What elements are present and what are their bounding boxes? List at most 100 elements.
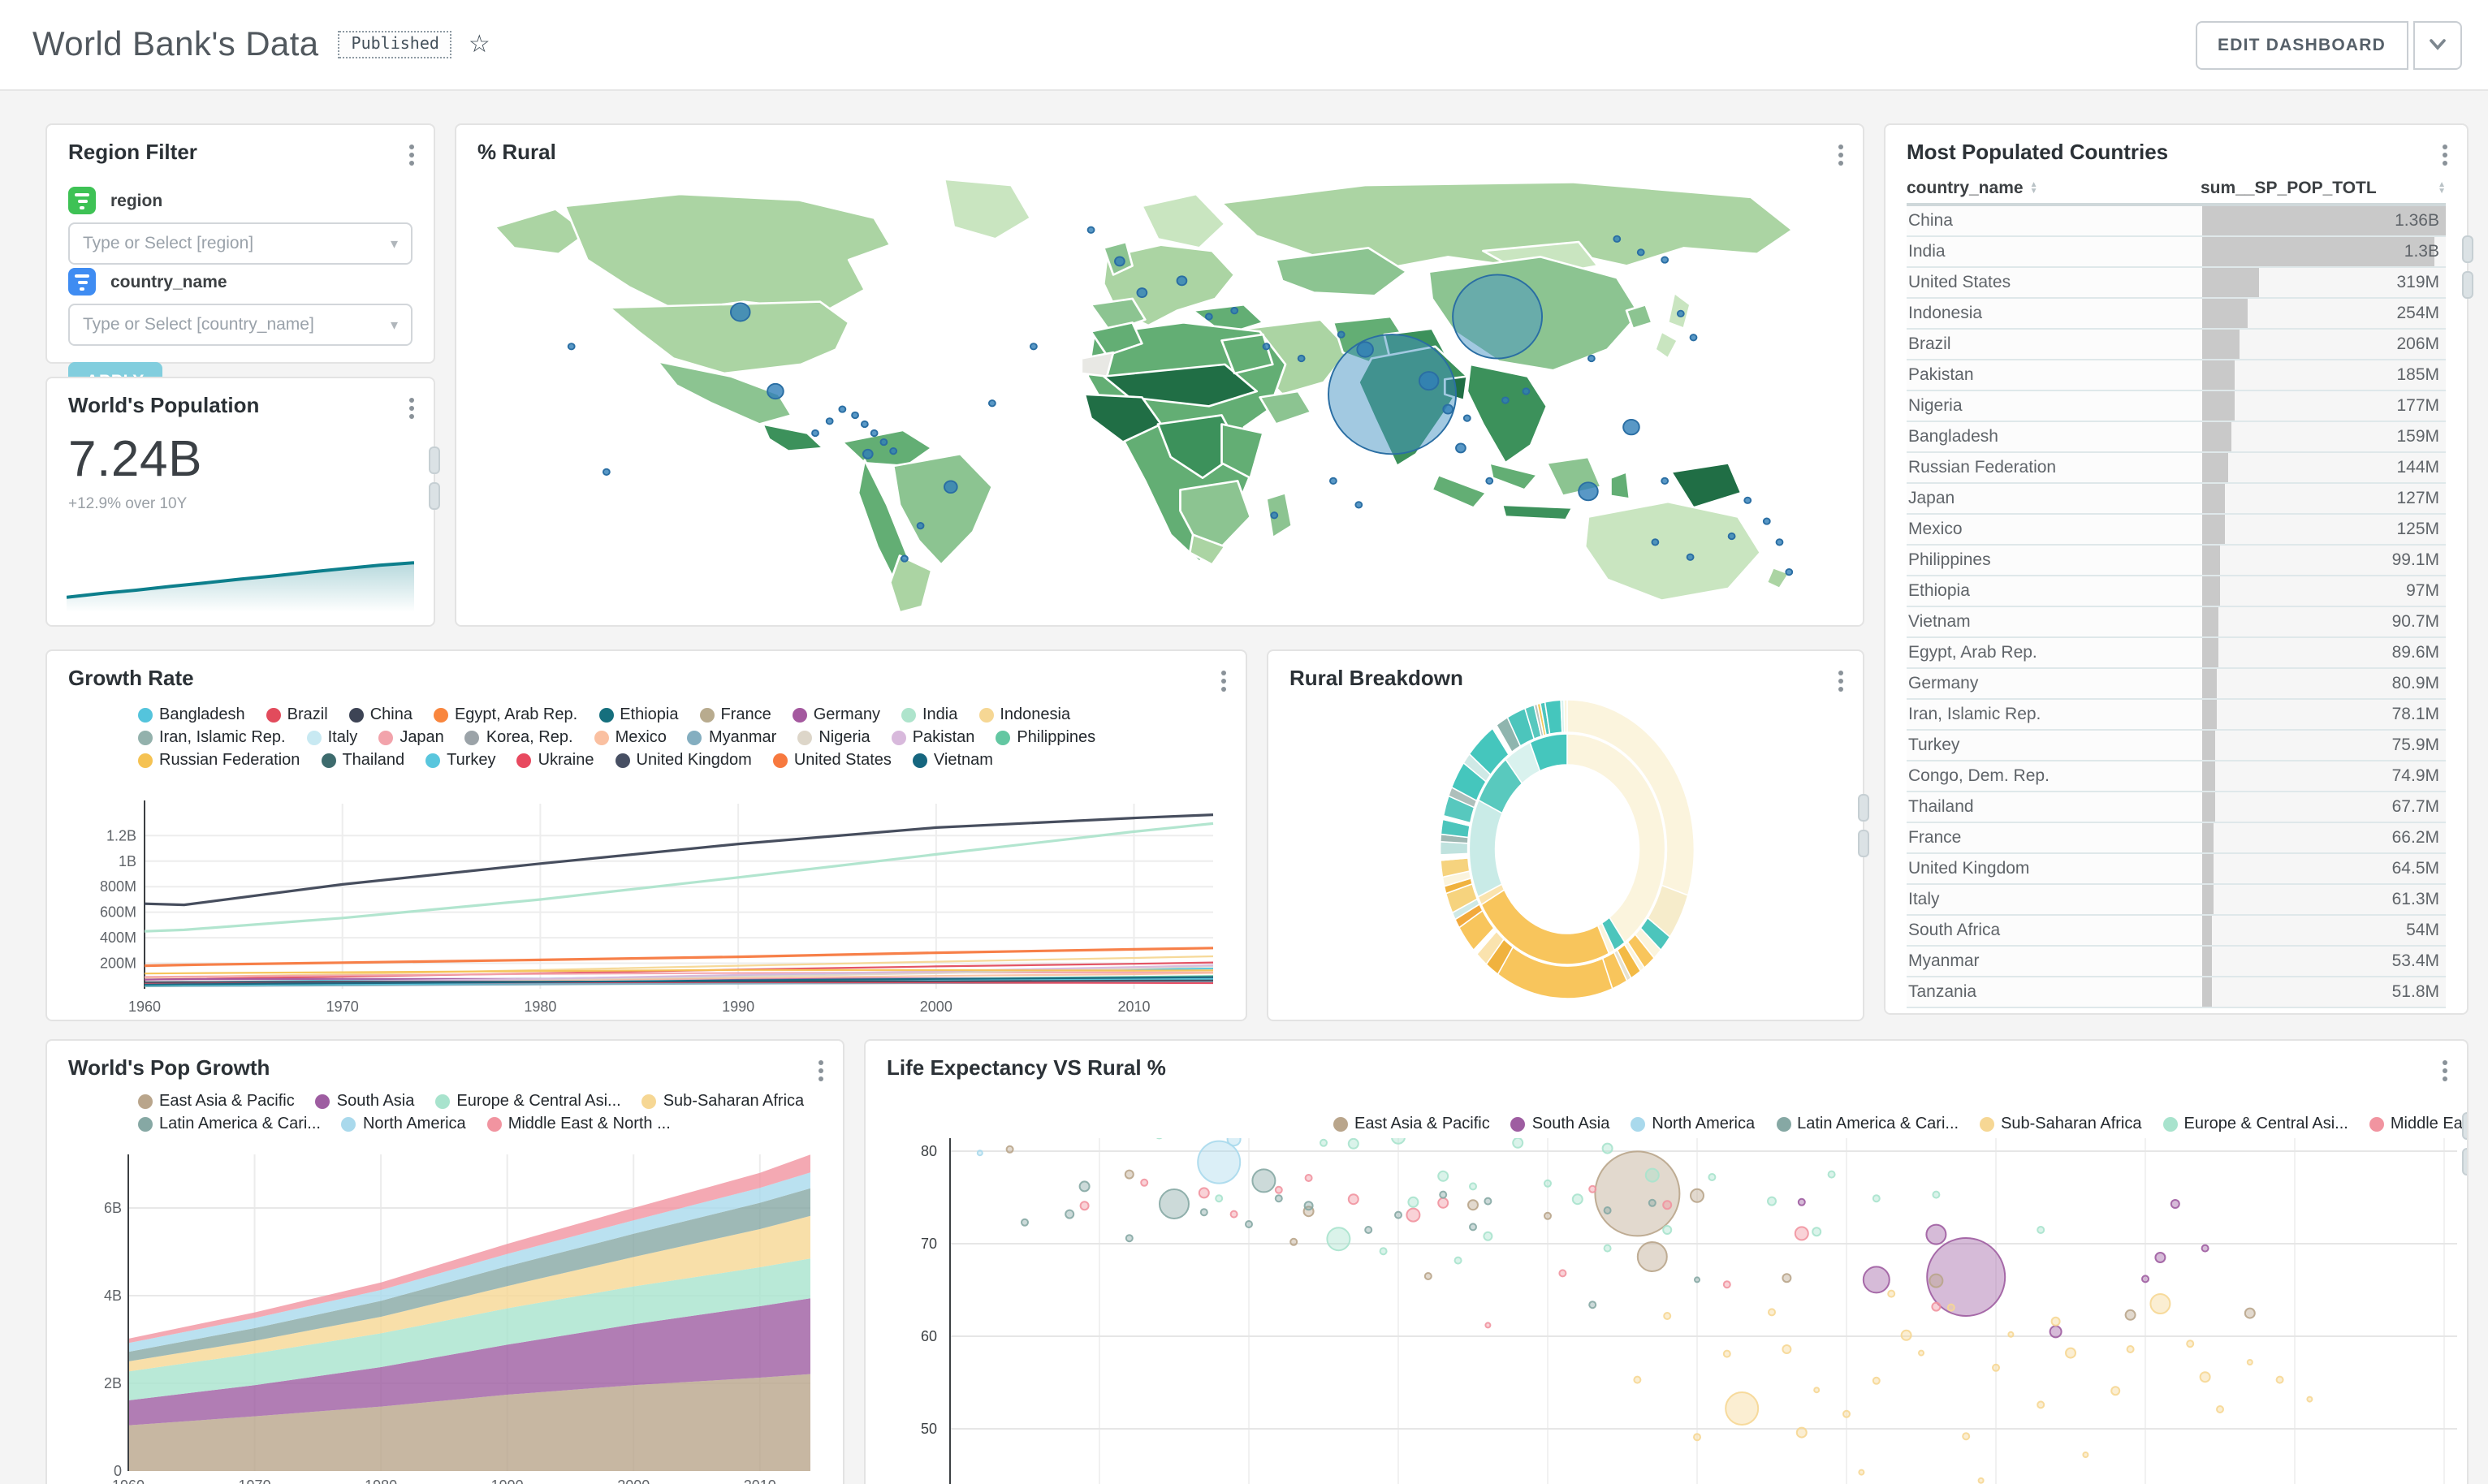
rural-breakdown-card: Rural Breakdown	[1267, 649, 1864, 1021]
legend-item[interactable]: Middle East & North ...	[487, 1115, 671, 1133]
legend-item[interactable]: Nigeria	[797, 729, 870, 747]
column-header-sum-pop[interactable]: sum__SP_POP_TOTL ▲▼	[2201, 179, 2446, 198]
published-badge[interactable]: Published	[339, 31, 452, 58]
svg-text:1980: 1980	[524, 999, 556, 1015]
legend-item[interactable]: North America	[1631, 1115, 1755, 1133]
legend-item[interactable]: East Asia & Pacific	[138, 1093, 295, 1111]
kebab-menu-icon[interactable]	[404, 393, 419, 424]
legend-item[interactable]: Middle East & North ...	[2369, 1115, 2469, 1133]
growth-rate-line-chart: 196019701980199020002010200M400M600M800M…	[70, 797, 1226, 1018]
legend-item[interactable]: East Asia & Pacific	[1333, 1115, 1490, 1133]
table-row: Bangladesh159M	[1907, 422, 2446, 453]
legend-item[interactable]: Mexico	[594, 729, 667, 747]
card-title: Most Populated Countries	[1907, 140, 2168, 164]
legend-item[interactable]: Japan	[378, 729, 444, 747]
legend-item[interactable]: Russian Federation	[138, 752, 300, 770]
table-row: Thailand67.7M	[1907, 792, 2446, 823]
legend-item[interactable]: South Asia	[1511, 1115, 1610, 1133]
svg-text:1980: 1980	[365, 1478, 397, 1484]
filter-icon	[68, 268, 96, 296]
table-row: United States319M	[1907, 268, 2446, 299]
svg-text:70: 70	[921, 1236, 937, 1252]
region-select[interactable]: Type or Select [region] ▾	[68, 222, 413, 265]
kebab-menu-icon[interactable]	[1216, 666, 1231, 697]
resize-handle[interactable]	[1858, 794, 1869, 857]
svg-text:6B: 6B	[104, 1200, 122, 1216]
legend-item[interactable]: Europe & Central Asi...	[435, 1093, 620, 1111]
legend-item[interactable]: Korea, Rep.	[465, 729, 573, 747]
card-title: World's Pop Growth	[68, 1055, 270, 1080]
legend-item[interactable]: Sub-Saharan Africa	[1980, 1115, 2141, 1133]
legend-item[interactable]: Philippines	[996, 729, 1095, 747]
legend-item[interactable]: Ethiopia	[598, 706, 678, 724]
country-name-select[interactable]: Type or Select [country_name] ▾	[68, 304, 413, 346]
filter-field-label: country_name	[110, 272, 227, 291]
kebab-menu-icon[interactable]	[2438, 1055, 2452, 1086]
svg-text:1.2B: 1.2B	[106, 827, 136, 843]
svg-text:60: 60	[921, 1328, 937, 1344]
legend-item[interactable]: Sub-Saharan Africa	[642, 1093, 804, 1111]
svg-text:50: 50	[921, 1421, 937, 1437]
legend-item[interactable]: India	[901, 706, 957, 724]
table-row: Egypt, Arab Rep.89.6M	[1907, 638, 2446, 669]
legend-item[interactable]: Bangladesh	[138, 706, 245, 724]
svg-text:2000: 2000	[920, 999, 952, 1015]
legend-item[interactable]: Indonesia	[978, 706, 1070, 724]
legend-item[interactable]: Myanmar	[688, 729, 776, 747]
legend-item[interactable]: France	[699, 706, 771, 724]
table-row: India1.3B	[1907, 237, 2446, 268]
legend-item[interactable]: Iran, Islamic Rep.	[138, 729, 286, 747]
table-row: Iran, Islamic Rep.78.1M	[1907, 700, 2446, 731]
card-title: Life Expectancy VS Rural %	[887, 1055, 1166, 1080]
growth-rate-legend: Bangladesh Brazil China Egypt, Arab Rep. Eth…	[138, 706, 1117, 774]
kebab-menu-icon[interactable]	[1834, 140, 1848, 170]
table-row: Congo, Dem. Rep.74.9M	[1907, 761, 2446, 792]
svg-text:2B: 2B	[104, 1375, 122, 1391]
kebab-menu-icon[interactable]	[404, 140, 419, 170]
svg-text:1970: 1970	[239, 1478, 271, 1484]
svg-text:2000: 2000	[617, 1478, 650, 1484]
legend-item[interactable]: United Kingdom	[616, 752, 752, 770]
legend-item[interactable]: Latin America & Cari...	[138, 1115, 321, 1133]
kebab-menu-icon[interactable]	[814, 1055, 828, 1086]
kebab-menu-icon[interactable]	[2438, 140, 2452, 170]
world-choropleth-map	[473, 167, 1843, 615]
table-row: United Kingdom64.5M	[1907, 854, 2446, 885]
rural-breakdown-sunburst	[1268, 687, 1866, 1018]
worlds-pop-growth-card: World's Pop Growth East Asia & Pacific So…	[45, 1039, 844, 1484]
legend-item[interactable]: China	[349, 706, 413, 724]
edit-dashboard-button[interactable]: EDIT DASHBOARD	[2195, 20, 2408, 69]
header-dropdown-button[interactable]	[2413, 20, 2462, 69]
legend-item[interactable]: South Asia	[316, 1093, 415, 1111]
resize-handle[interactable]	[2462, 235, 2473, 299]
legend-item[interactable]: Italy	[307, 729, 358, 747]
legend-item[interactable]: Egypt, Arab Rep.	[434, 706, 577, 724]
percent-rural-map-card: % Rural	[455, 123, 1864, 627]
header-bar: World Bank's Data Published ☆ EDIT DASHB…	[0, 0, 2488, 91]
worlds-population-card: World's Population 7.24B +12.9% over 10Y	[45, 377, 435, 627]
column-header-country-name[interactable]: country_name ▲▼	[1907, 179, 2201, 198]
legend-item[interactable]: Ukraine	[517, 752, 594, 770]
legend-item[interactable]: United States	[773, 752, 892, 770]
legend-item[interactable]: Vietnam	[913, 752, 993, 770]
card-title: World's Population	[68, 393, 259, 417]
legend-item[interactable]: Turkey	[425, 752, 495, 770]
life-expectancy-bubble-chart: 80706050	[866, 1138, 2469, 1484]
table-header-row: country_name ▲▼ sum__SP_POP_TOTL ▲▼	[1907, 174, 2446, 206]
sort-icon: ▲▼	[2438, 182, 2446, 195]
svg-text:200M: 200M	[100, 956, 136, 972]
favorite-star-icon[interactable]: ☆	[469, 32, 490, 57]
table-row: Nigeria177M	[1907, 391, 2446, 422]
legend-item[interactable]: Brazil	[266, 706, 328, 724]
legend-item[interactable]: Pakistan	[892, 729, 975, 747]
legend-item[interactable]: Europe & Central Asi...	[2163, 1115, 2348, 1133]
legend-item[interactable]: Thailand	[321, 752, 404, 770]
select-placeholder: Type or Select [country_name]	[83, 315, 314, 334]
table-row: Germany80.9M	[1907, 669, 2446, 700]
resize-handle[interactable]	[2462, 1112, 2469, 1176]
table-row: Turkey75.9M	[1907, 731, 2446, 761]
legend-item[interactable]: Latin America & Cari...	[1776, 1115, 1959, 1133]
legend-item[interactable]: Germany	[793, 706, 880, 724]
resize-handle[interactable]	[429, 446, 440, 510]
legend-item[interactable]: North America	[342, 1115, 466, 1133]
